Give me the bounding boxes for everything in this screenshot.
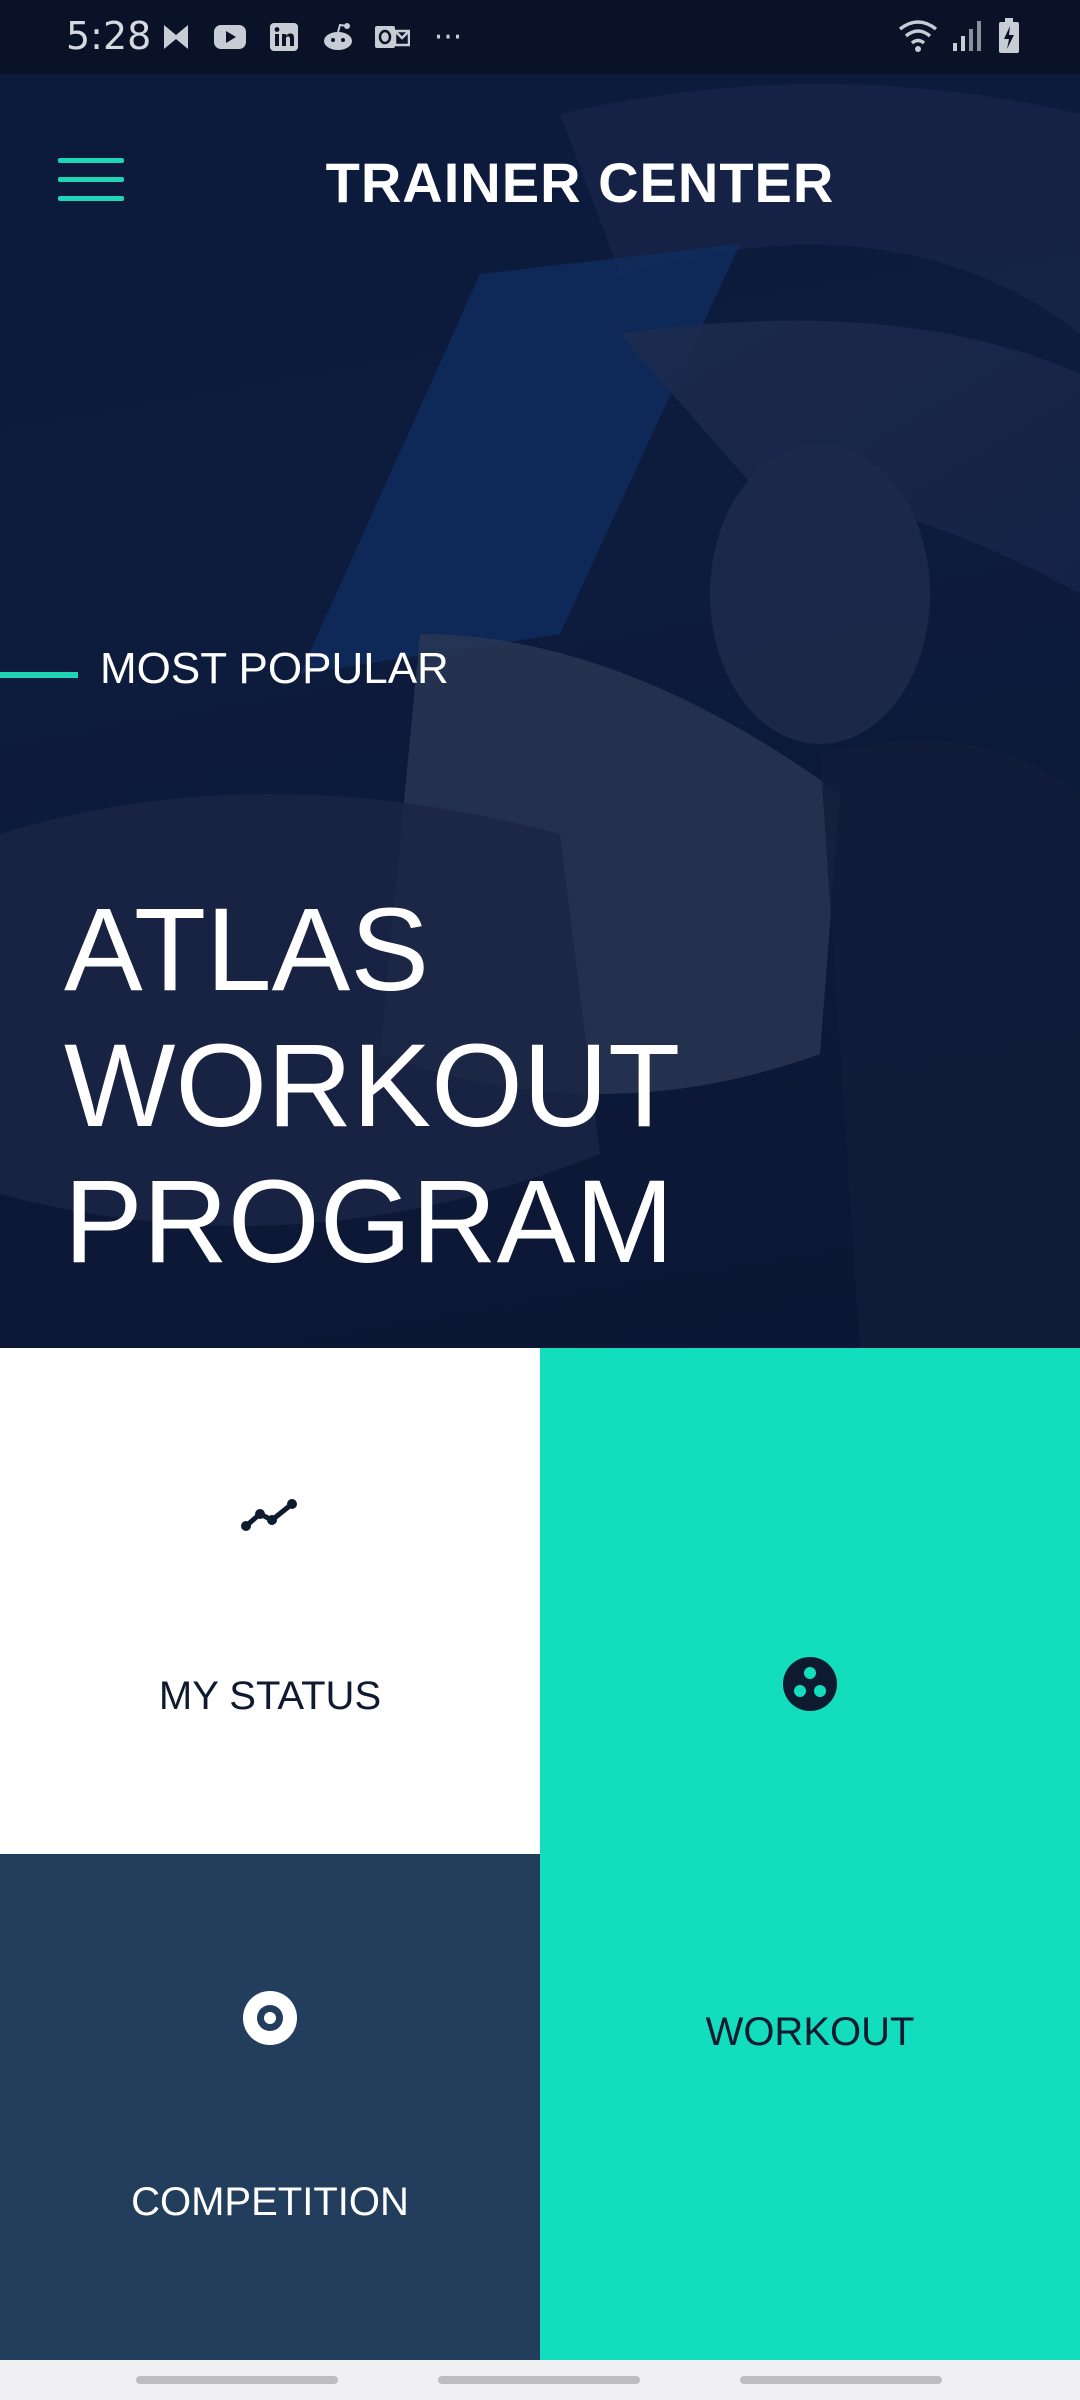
program-title-line: ATLAS bbox=[64, 884, 430, 1016]
nav-recents-button[interactable] bbox=[136, 2376, 338, 2384]
hero-banner[interactable]: TRAINER CENTER MOST POPULAR ATLAS WORKOU… bbox=[0, 74, 1080, 1348]
system-icons bbox=[898, 18, 1020, 58]
linkedin-icon bbox=[266, 20, 302, 54]
outlook-icon bbox=[374, 20, 410, 54]
competition-label: COMPETITION bbox=[131, 2180, 409, 2224]
signal-icon bbox=[952, 19, 984, 57]
messenger-icon bbox=[158, 20, 194, 54]
status-time: 5:28 bbox=[66, 14, 152, 58]
battery-charging-icon bbox=[998, 18, 1020, 58]
trend-line-icon bbox=[241, 1499, 297, 1531]
my-status-label: MY STATUS bbox=[158, 1674, 382, 1718]
program-title: ATLAS WORKOUT PROGRAM bbox=[64, 882, 680, 1290]
app-title: TRAINER CENTER bbox=[325, 151, 835, 214]
three-dots-circle-icon bbox=[783, 1657, 837, 1711]
workout-label: WORKOUT bbox=[705, 2010, 915, 2054]
youtube-icon bbox=[212, 20, 248, 54]
hero-tag: MOST POPULAR bbox=[100, 644, 449, 693]
more-notifications-icon: ··· bbox=[433, 19, 463, 55]
reddit-icon bbox=[320, 20, 356, 54]
wifi-icon bbox=[898, 19, 938, 57]
notification-icons: ··· bbox=[158, 19, 468, 55]
program-title-line: WORKOUT bbox=[64, 1020, 681, 1152]
status-bar: 5:28 ··· bbox=[0, 0, 1080, 74]
workout-tile[interactable]: WORKOUT bbox=[540, 1348, 1080, 2360]
program-title-line: PROGRAM bbox=[64, 1156, 674, 1288]
my-status-tile[interactable]: MY STATUS bbox=[0, 1348, 540, 1854]
target-ring-icon bbox=[243, 1991, 297, 2045]
competition-tile[interactable]: COMPETITION bbox=[0, 1854, 540, 2360]
nav-back-button[interactable] bbox=[740, 2376, 942, 2384]
accent-line bbox=[0, 672, 78, 678]
system-navigation-bar bbox=[0, 2360, 1080, 2400]
nav-home-button[interactable] bbox=[438, 2376, 640, 2384]
